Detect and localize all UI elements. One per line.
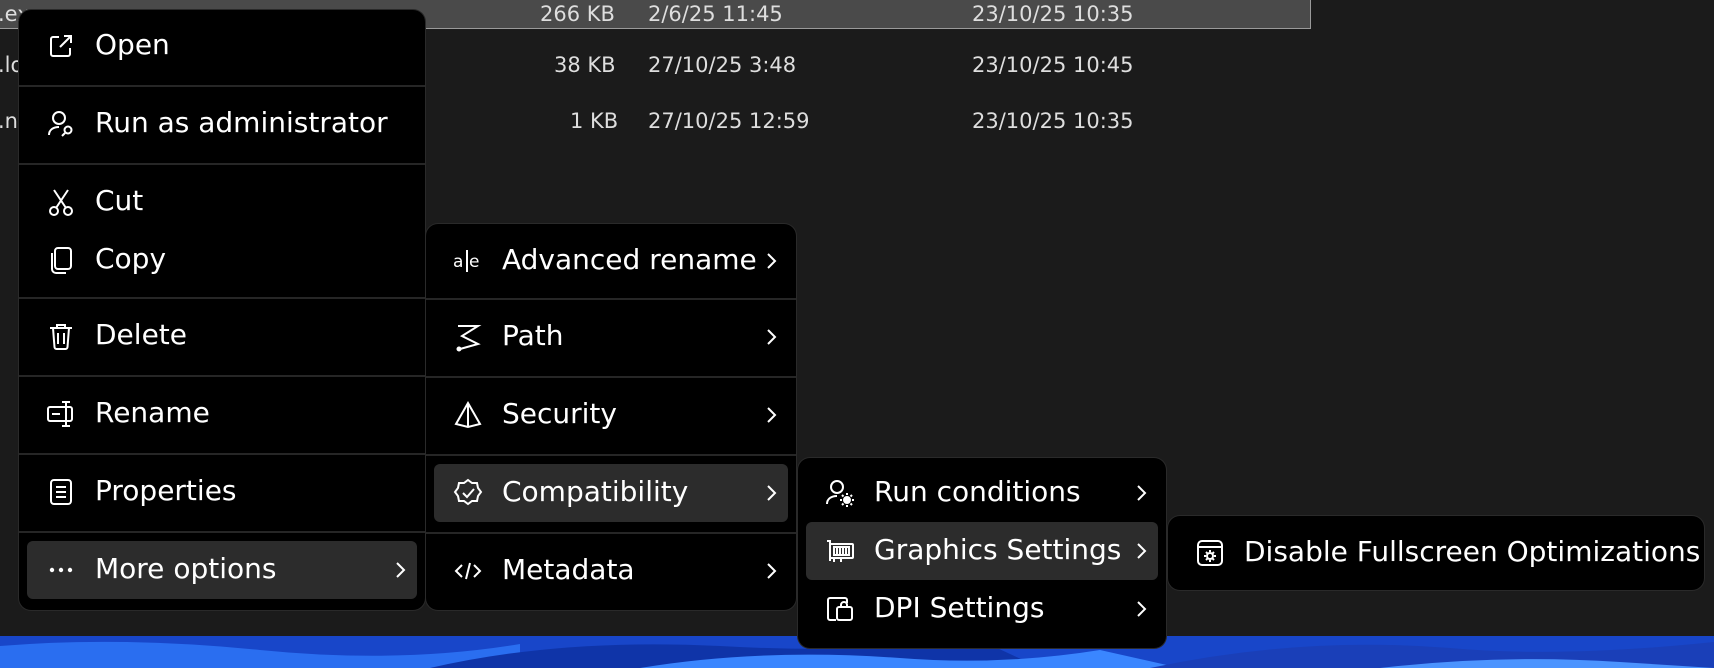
chevron-right-icon — [767, 563, 777, 579]
scissors-icon — [49, 189, 73, 216]
file-size: 1 KB — [570, 109, 619, 133]
menu-item-cut[interactable]: Cut — [27, 173, 417, 231]
chevron-right-icon — [767, 485, 777, 501]
chevron-right-icon — [1137, 543, 1147, 559]
menu-separator — [19, 453, 425, 455]
menu-separator — [19, 375, 425, 377]
svg-text:a: a — [453, 252, 463, 272]
trash-icon — [50, 324, 72, 350]
chevron-right-icon — [767, 329, 777, 345]
chevron-right-icon — [1137, 485, 1147, 501]
file-modified: 27/10/25 12:59 — [648, 109, 810, 133]
file-size: 266 KB — [540, 2, 615, 26]
menu-item-label: Run conditions — [874, 475, 1081, 508]
dpi-display-icon — [827, 597, 853, 621]
menu-item-metadata[interactable]: Metadata — [434, 542, 788, 600]
chevron-right-icon — [1137, 601, 1147, 617]
menu-item-label: Security — [502, 397, 617, 430]
menu-item-label: Path — [502, 319, 564, 352]
menu-item-label: Open — [95, 28, 170, 61]
menu-item-label: Delete — [95, 318, 187, 351]
menu-item-label: Run as administrator — [95, 106, 388, 139]
menu-item-delete[interactable]: Delete — [27, 307, 417, 365]
chevron-right-icon — [767, 407, 777, 423]
menu-item-compatibility[interactable]: Compatibility — [434, 464, 788, 522]
file-size: 38 KB — [554, 53, 616, 77]
menu-separator — [19, 297, 425, 299]
path-icon — [456, 325, 482, 352]
menu-item-label: Rename — [95, 396, 210, 429]
admin-user-key-icon — [48, 111, 73, 137]
menu-separator — [426, 298, 796, 300]
menu-item-label: More options — [95, 552, 277, 585]
menu-item-label: Metadata — [502, 553, 635, 586]
chevron-right-icon — [767, 253, 777, 269]
menu-separator — [426, 454, 796, 456]
menu-separator — [19, 85, 425, 87]
compatibility-submenu: Run conditions Graphics Settings DPI Set… — [798, 458, 1166, 648]
menu-item-run-as-admin[interactable]: Run as administrator — [27, 95, 417, 153]
menu-item-label: Copy — [95, 242, 167, 275]
menu-item-run-conditions[interactable]: Run conditions — [806, 464, 1158, 522]
file-modified: 27/10/25 3:48 — [648, 53, 797, 77]
context-menu: Open Run as administrator Cut Copy Delet… — [19, 10, 425, 610]
menu-item-dpi-settings[interactable]: DPI Settings — [806, 580, 1158, 638]
menu-item-advanced-rename[interactable]: ae Advanced rename — [434, 232, 788, 290]
menu-item-label: Graphics Settings — [874, 533, 1122, 566]
user-gear-icon — [826, 480, 854, 507]
file-created: 23/10/25 10:35 — [972, 109, 1134, 133]
code-icon — [454, 562, 482, 580]
chevron-right-icon — [396, 562, 406, 578]
menu-item-path[interactable]: Path — [434, 308, 788, 366]
file-modified: 2/6/25 11:45 — [648, 2, 783, 26]
menu-item-copy[interactable]: Copy — [27, 231, 417, 289]
menu-item-label: Cut — [95, 184, 144, 217]
menu-item-label: Disable Fullscreen Optimizations — [1244, 535, 1701, 568]
menu-separator — [426, 376, 796, 378]
advanced-rename-icon: ae — [453, 250, 479, 272]
graphics-card-icon — [827, 540, 854, 562]
menu-item-graphics-settings[interactable]: Graphics Settings — [806, 522, 1158, 580]
menu-item-label: DPI Settings — [874, 591, 1045, 624]
verified-badge-icon — [453, 478, 483, 506]
menu-item-open[interactable]: Open — [27, 17, 417, 75]
graphics-settings-submenu: Disable Fullscreen Optimizations — [1168, 516, 1704, 590]
menu-item-label: Properties — [95, 474, 237, 507]
more-options-submenu: ae Advanced rename Path Security Compati… — [426, 224, 796, 610]
menu-item-label: Compatibility — [502, 475, 689, 508]
file-created: 23/10/25 10:45 — [972, 53, 1134, 77]
menu-item-label: Advanced rename — [502, 243, 757, 276]
security-prism-icon — [454, 400, 482, 429]
menu-separator — [19, 163, 425, 165]
rename-icon — [47, 401, 73, 427]
open-external-icon — [50, 35, 72, 57]
menu-item-properties[interactable]: Properties — [27, 463, 417, 521]
more-dots-icon — [49, 567, 73, 573]
menu-item-more-options[interactable]: More options — [27, 541, 417, 599]
svg-text:e: e — [469, 252, 479, 272]
properties-document-icon — [50, 479, 72, 505]
menu-item-security[interactable]: Security — [434, 386, 788, 444]
menu-item-disable-fso[interactable]: Disable Fullscreen Optimizations — [1176, 524, 1700, 582]
menu-separator — [19, 531, 425, 533]
file-created: 23/10/25 10:35 — [972, 2, 1134, 26]
window-gear-icon — [1197, 540, 1223, 566]
menu-item-rename[interactable]: Rename — [27, 385, 417, 443]
copy-icon — [51, 247, 72, 274]
menu-separator — [426, 532, 796, 534]
